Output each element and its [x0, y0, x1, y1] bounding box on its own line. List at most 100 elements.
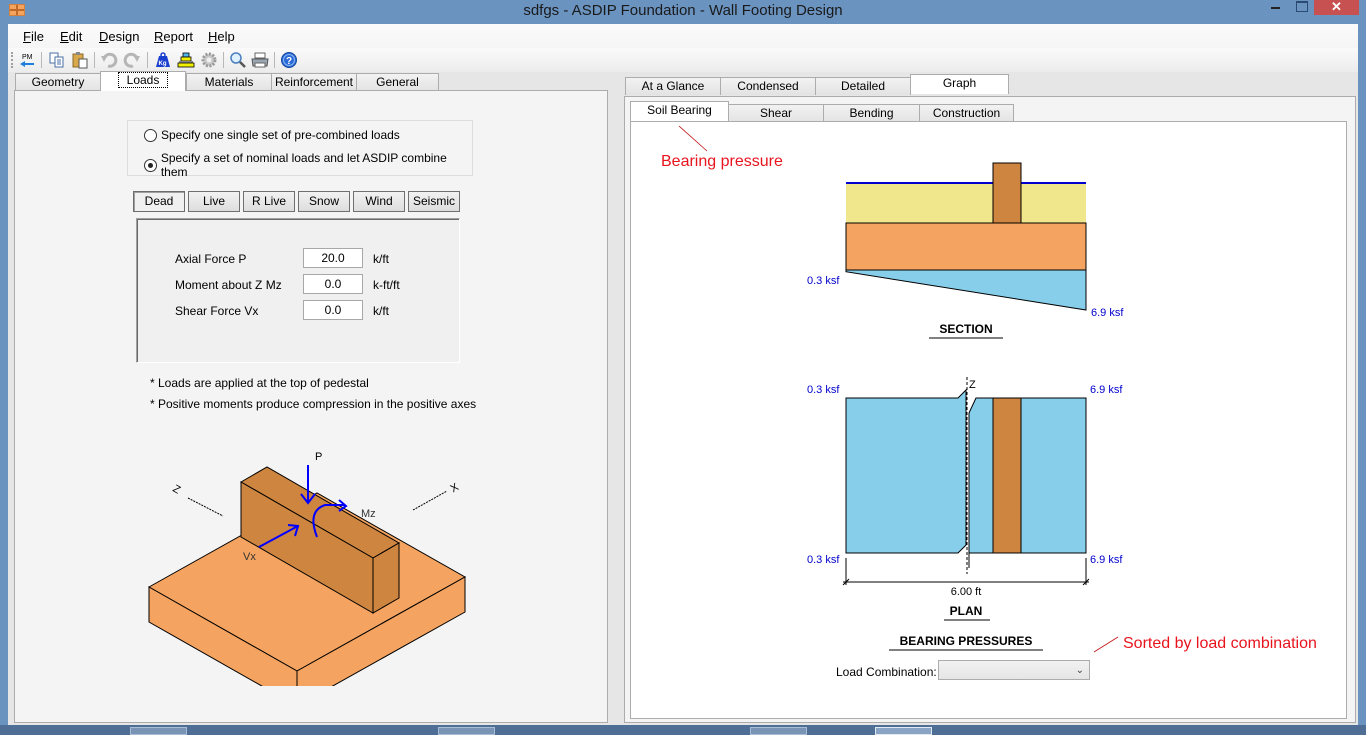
section-left-pressure: 0.3 ksf — [807, 275, 840, 287]
load-combination-label: Load Combination: — [836, 665, 937, 679]
note-loads-applied: * Loads are applied at the top of pedest… — [150, 376, 369, 390]
plan-top-left-pressure: 0.3 ksf — [807, 384, 840, 396]
stack-icon[interactable] — [177, 51, 195, 69]
radio-nominal[interactable]: Specify a set of nominal loads and let A… — [144, 151, 472, 179]
tab-geometry[interactable]: Geometry — [15, 73, 101, 91]
x-axis-label: X — [449, 481, 462, 495]
load-type-dead[interactable]: Dead — [133, 191, 185, 212]
tab-reinforcement[interactable]: Reinforcement — [271, 73, 357, 91]
load-type-seismic[interactable]: Seismic — [408, 191, 460, 212]
vx-label: Vx — [243, 551, 256, 563]
tab-loads[interactable]: Loads — [100, 71, 186, 91]
load-type-live[interactable]: Live — [188, 191, 240, 212]
tab-bending-label: Bending — [849, 106, 894, 120]
plan-pressure-left — [845, 388, 967, 554]
z-axis-label: Z — [171, 483, 183, 497]
soil-layer — [846, 183, 1086, 223]
plan-title: PLAN — [950, 604, 983, 618]
note-positive-moments: * Positive moments produce compression i… — [150, 397, 477, 411]
sorted-annotation: Sorted by load combination — [1123, 635, 1317, 652]
shear-force-label: Shear Force Vx — [175, 304, 259, 318]
tab-at-a-glance[interactable]: At a Glance — [625, 77, 721, 95]
tab-materials[interactable]: Materials — [186, 73, 272, 91]
body-area: Geometry Loads Materials Reinforcement G… — [8, 71, 1358, 725]
z-axis-line — [187, 497, 224, 517]
minimize-button[interactable] — [1266, 0, 1292, 20]
radio-nominal-button[interactable] — [144, 158, 157, 172]
load-type-rlive[interactable]: R Live — [243, 191, 295, 212]
close-button[interactable]: ✕ — [1314, 0, 1359, 15]
tab-condensed[interactable]: Condensed — [720, 77, 816, 95]
bearing-annotation-line — [678, 125, 708, 152]
shear-force-input[interactable]: 0.0 — [303, 300, 363, 320]
tab-detailed-label: Detailed — [840, 79, 886, 93]
title-bar: sdfgs - ASDIP Foundation - Wall Footing … — [0, 0, 1366, 24]
menu-edit-mnemonic: E — [60, 29, 69, 44]
moment-label: Moment about Z Mz — [175, 278, 282, 292]
menu-design[interactable]: Design — [99, 29, 139, 44]
radio-precombined-button[interactable] — [144, 128, 157, 142]
p-label: P — [315, 451, 322, 463]
undo-icon[interactable] — [100, 51, 118, 69]
zoom-icon[interactable] — [229, 51, 247, 69]
load-type-snow[interactable]: Snow — [298, 191, 350, 212]
weight-kg-icon[interactable]: Kg — [154, 51, 172, 69]
tab-construction[interactable]: Construction — [919, 104, 1014, 122]
menu-help-mnemonic: H — [208, 29, 218, 44]
moment-input[interactable]: 0.0 — [303, 274, 363, 294]
axial-force-input[interactable]: 20.0 — [303, 248, 363, 268]
menu-report-label: eport — [163, 29, 194, 44]
sorted-annotation-line — [1093, 636, 1119, 653]
gear-icon[interactable] — [200, 51, 218, 69]
paste-icon[interactable] — [71, 51, 89, 69]
footing-section — [845, 222, 1087, 271]
tab-general-label: General — [376, 75, 419, 89]
toolbar-grip[interactable] — [11, 52, 13, 68]
load-combination-select[interactable]: ⌄ — [938, 660, 1090, 680]
plan-width-dimension: 6.00 ft — [951, 586, 982, 598]
tab-soil-bearing[interactable]: Soil Bearing — [630, 101, 729, 121]
taskbar-item[interactable] — [130, 727, 187, 735]
load-type-buttons: Dead Live R Live Snow Wind Seismic — [133, 191, 473, 213]
print-icon[interactable] — [251, 51, 269, 69]
pm-back-icon[interactable]: PM — [18, 51, 36, 69]
taskbar-item[interactable] — [750, 727, 807, 735]
bearing-pressures-title: BEARING PRESSURES — [900, 634, 1033, 648]
menu-report-mnemonic: R — [154, 29, 164, 44]
menu-help[interactable]: Help — [208, 29, 235, 44]
menu-edit-label: dit — [68, 29, 83, 44]
copy-icon[interactable] — [48, 51, 66, 69]
wall-section — [992, 162, 1022, 224]
radio-precombined-label: Specify one single set of pre-combined l… — [161, 128, 400, 142]
chevron-down-icon: ⌄ — [1075, 665, 1084, 676]
redo-icon[interactable] — [123, 51, 141, 69]
tab-general[interactable]: General — [356, 73, 439, 91]
tab-shear[interactable]: Shear — [728, 104, 824, 122]
client-area: File Edit Design Report Help PM Kg ? Geo… — [8, 24, 1358, 725]
menu-help-label: elp — [217, 29, 235, 44]
tab-detailed[interactable]: Detailed — [815, 77, 911, 95]
axial-force-label: Axial Force P — [175, 252, 247, 266]
taskbar-item[interactable] — [438, 727, 495, 735]
plan-wall — [992, 397, 1022, 554]
menu-file[interactable]: File — [23, 29, 44, 44]
menu-design-label: esign — [108, 29, 140, 44]
section-title: SECTION — [939, 322, 992, 336]
plan-z-label: Z — [969, 379, 976, 391]
plan-bottom-left-pressure: 0.3 ksf — [807, 554, 840, 566]
load-type-wind[interactable]: Wind — [353, 191, 405, 212]
pm-text: PM — [22, 54, 33, 61]
plan-bottom-right-pressure: 6.9 ksf — [1090, 554, 1123, 566]
menu-edit[interactable]: Edit — [60, 29, 82, 44]
tab-at-a-glance-label: At a Glance — [641, 79, 705, 93]
tab-graph[interactable]: Graph — [910, 74, 1009, 94]
tab-bending[interactable]: Bending — [823, 104, 920, 122]
toolbar-separator — [147, 52, 148, 68]
section-right-pressure: 6.9 ksf — [1091, 307, 1124, 319]
radio-precombined[interactable]: Specify one single set of pre-combined l… — [144, 128, 400, 142]
menu-file-mnemonic: F — [23, 29, 31, 44]
menu-report[interactable]: Report — [154, 29, 193, 44]
help-icon[interactable]: ? — [280, 51, 298, 69]
taskbar-item-active[interactable] — [875, 727, 932, 735]
section-view: 0.3 ksf 6.9 ksf SECTION — [807, 162, 1124, 339]
